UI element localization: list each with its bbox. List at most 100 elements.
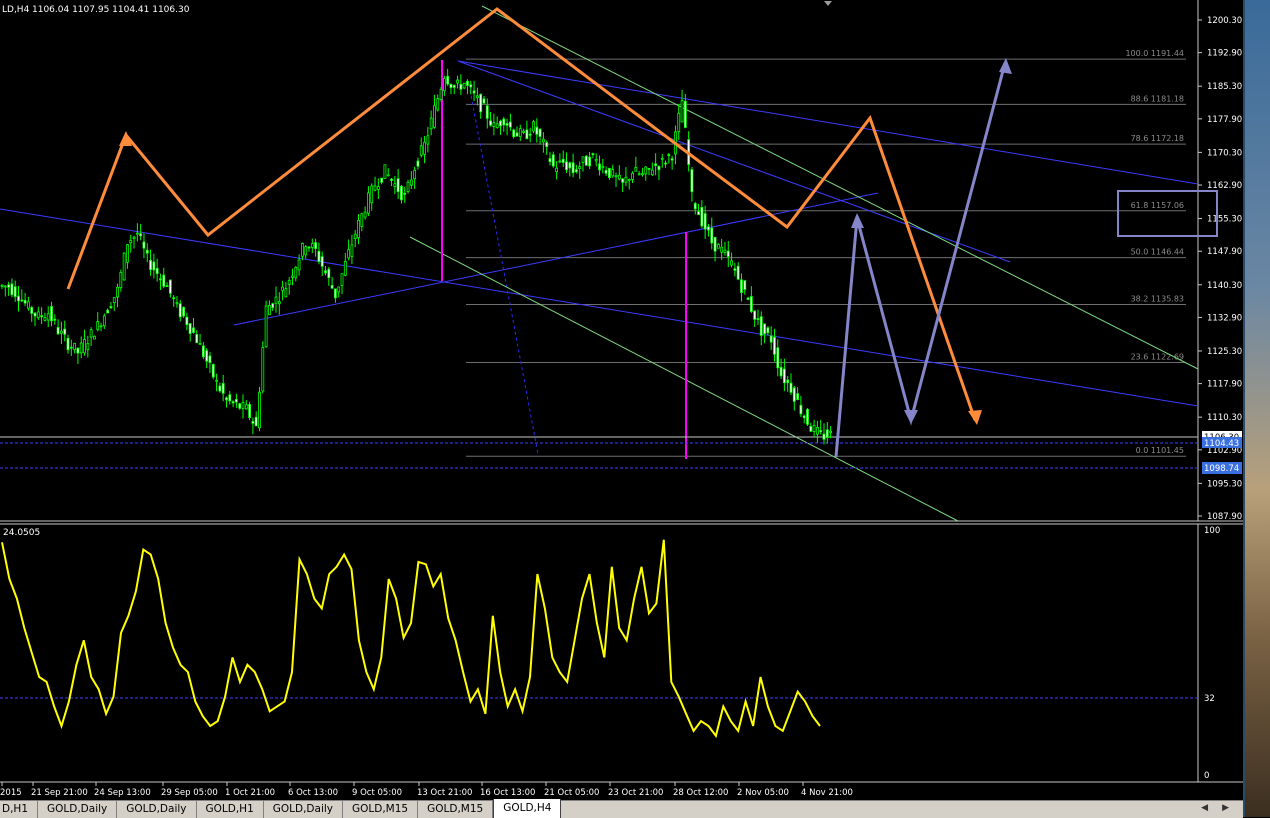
candle-body [228,394,232,402]
candle-body [426,135,430,145]
candle-body [683,100,687,128]
candle-body [208,355,212,363]
candle-body [406,181,410,193]
candle-body [142,241,146,249]
chart-tab[interactable]: GOLD,Daily [264,801,343,818]
candle-body [611,169,615,177]
chart-tab[interactable]: GOLD,M15 [343,801,419,818]
indicator-scale-mid: 32 [1204,694,1215,704]
candle-body [126,244,129,263]
candle-body [20,299,24,302]
time-tick-label: 13 Oct 21:00 [417,788,472,798]
indicator-scale-top: 100 [1204,526,1220,536]
candle-body [532,121,535,132]
candle-body [304,246,308,256]
candle-body [462,82,466,89]
candle-body [627,179,631,181]
candle-body [13,286,17,297]
candle-body [594,159,598,162]
candle-body [736,265,740,280]
candle-body [707,226,710,231]
candle-body [528,133,532,136]
candle-body [17,295,20,302]
fib-level-label: 88.6 1181.18 [1131,94,1184,103]
candle-body [370,185,374,204]
candle-body [796,393,799,400]
chart-tab[interactable]: GOLD,H4 [493,799,562,818]
candle-body [218,385,222,392]
candle-body [73,342,77,350]
candle-body [261,347,265,392]
candle-body [274,296,278,304]
candle-body [677,112,681,132]
candle-body [548,158,552,163]
candle-body [419,145,423,156]
candle-body [244,404,248,410]
candle-body [716,244,720,249]
scroll-left-icon[interactable]: ◀ [1201,801,1208,818]
candle-body [145,249,149,254]
candle-body [251,421,255,424]
price-tick-label: 1185.30 [1207,82,1242,92]
candle-body [83,339,86,354]
candle-body [334,288,337,299]
candle-body [809,426,813,432]
tab-scroll-arrows[interactable]: ◀ ▶ [1201,801,1243,818]
candle-body [248,404,251,418]
candle-body [466,80,469,86]
candle-body [413,169,417,180]
candle-body [786,379,790,384]
candle-body [291,275,294,278]
price-tick-label: 1177.90 [1207,115,1242,125]
candle-body [380,177,384,183]
candle-body [766,327,770,334]
candle-body [287,280,291,285]
candle-body [129,240,133,244]
time-tick-label: 1 Oct 21:00 [225,788,275,798]
candle-body [555,167,559,173]
time-tick-label: 28 Oct 12:00 [673,788,728,798]
chart-tab-bar[interactable]: D,H1 GOLD,Daily GOLD,Daily GOLD,H1 GOLD,Dail… [0,799,1243,818]
candle-body [822,433,826,440]
candle-body [69,346,73,349]
candle-body [327,268,331,279]
candle-body [383,164,387,179]
chart-tab[interactable]: GOLD,Daily [117,801,197,818]
candle-body [3,285,7,288]
candle-body [33,312,37,317]
candle-body [53,318,57,321]
candle-body [201,345,205,358]
level-price-label: 1098.74 [1204,464,1239,474]
chart-canvas[interactable]: 100.0 1191.44 88.6 1181.18 78.6 1172.18 61.… [0,0,1243,800]
chart-tab[interactable]: GOLD,H1 [197,801,264,818]
candle-body [518,128,522,138]
candle-body [485,105,489,119]
time-tick-label: 2 Nov 05:00 [737,788,789,798]
chart-tab[interactable]: GOLD,Daily [38,801,118,818]
candle-body [429,117,433,130]
chart-tab[interactable]: GOLD,M15 [418,801,494,818]
candle-body [254,416,258,427]
candle-body [495,123,499,129]
candle-body [581,156,585,163]
chart-tab[interactable]: D,H1 [0,801,38,818]
candle-body [482,98,486,104]
candle-body [363,211,367,218]
candle-body [806,408,809,425]
candle-body [591,153,595,156]
candle-body [535,126,539,135]
fib-level-label: 50.0 1146.44 [1131,248,1184,257]
candle-body [357,219,360,238]
candle-body [423,141,426,155]
candle-body [508,121,512,128]
candle-body [396,178,400,193]
scroll-right-icon[interactable]: ▶ [1222,801,1229,818]
candle-body [376,186,380,190]
candle-body [198,342,202,345]
candle-body [317,250,321,262]
candle-body [159,278,162,281]
candle-body [598,163,601,171]
candle-body [561,158,565,163]
candle-body [258,391,261,429]
candle-body [30,307,34,314]
